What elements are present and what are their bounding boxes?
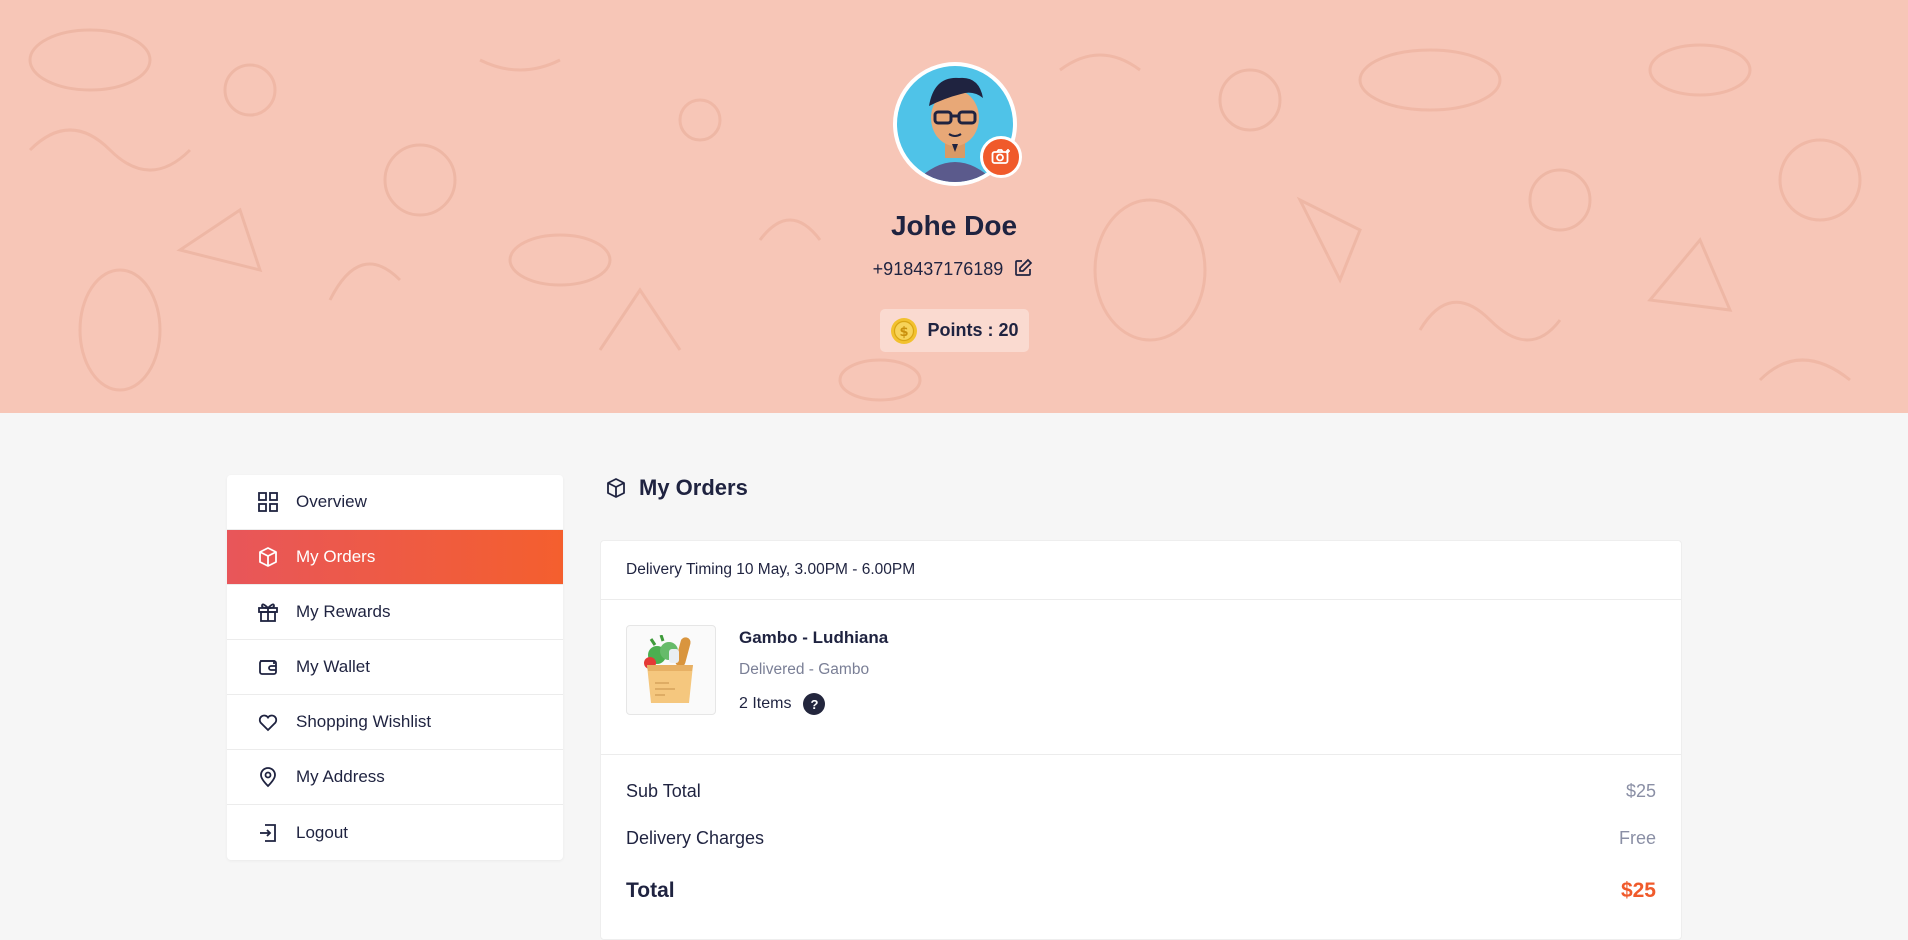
profile-name: Johe Doe [890, 210, 1018, 241]
delivery-charges-label: Delivery Charges [626, 828, 765, 848]
items-count: 2 Items [739, 695, 792, 712]
sidebar-item-label: Overview [296, 492, 367, 511]
sidebar-item-label: My Address [296, 767, 385, 786]
sub-total-row: Sub Total $25 [626, 781, 1656, 802]
grocery-bag-image [626, 625, 716, 715]
delivery-charges-value: Free [1618, 828, 1656, 848]
help-icon[interactable]: ? [803, 693, 826, 715]
order-item-row: Gambo - Ludhiana Delivered - Gambo 2 Ite… [601, 600, 1681, 755]
camera-icon [991, 149, 1010, 164]
box-icon [257, 546, 279, 568]
sub-total-value: $25 [1625, 781, 1656, 801]
sidebar-item-label: My Rewards [296, 602, 391, 621]
profile-header: Johe Doe +918437176189 $ Points : 20 [0, 0, 1908, 413]
sidebar-item-my-orders[interactable]: My Orders [227, 530, 563, 585]
delivery-charges-row: Delivery Charges Free [626, 828, 1656, 849]
sidebar-item-my-rewards[interactable]: My Rewards [227, 585, 563, 640]
points-label: Points : 20 [927, 320, 1019, 340]
items-count-row: 2 Items ? [739, 693, 826, 715]
coin-icon: $ [891, 317, 918, 344]
phone-row: +918437176189 [0, 258, 1908, 280]
total-row: Total $25 [626, 879, 1656, 903]
total-value: $25 [1620, 879, 1656, 902]
total-label: Total [626, 879, 675, 902]
account-sidebar: Overview My Orders My Rewards My Wallet [227, 475, 563, 860]
svg-text:$: $ [900, 325, 909, 340]
points-badge: $ Points : 20 [880, 309, 1029, 352]
sidebar-item-my-address[interactable]: My Address [227, 750, 563, 805]
sub-total-label: Sub Total [626, 781, 701, 801]
avatar-container [893, 62, 1022, 186]
sidebar-item-overview[interactable]: Overview [227, 475, 563, 530]
sidebar-item-label: Shopping Wishlist [296, 712, 432, 731]
sidebar-item-label: Logout [296, 822, 348, 842]
sidebar-item-shopping-wishlist[interactable]: Shopping Wishlist [227, 695, 563, 750]
map-pin-icon [257, 766, 279, 788]
gift-icon [257, 601, 279, 623]
order-card: Delivery Timing 10 May, 3.00PM - 6.00PM … [600, 540, 1682, 940]
delivery-timing: Delivery Timing 10 May, 3.00PM - 6.00PM [601, 541, 1681, 600]
grocery-bag-icon [644, 635, 693, 703]
change-photo-button[interactable] [980, 136, 1022, 178]
sidebar-item-label: My Wallet [296, 657, 370, 676]
heart-icon [257, 711, 279, 733]
store-name: Gambo - Ludhiana [739, 628, 889, 647]
sidebar-item-logout[interactable]: Logout [227, 805, 563, 860]
section-title: My Orders [605, 475, 748, 501]
logout-icon [257, 822, 279, 844]
box-icon [607, 478, 625, 498]
sidebar-item-my-wallet[interactable]: My Wallet [227, 640, 563, 695]
wallet-icon [257, 656, 279, 678]
section-title-text: My Orders [639, 475, 748, 500]
edit-icon[interactable] [1013, 258, 1035, 280]
phone-number: +918437176189 [872, 258, 1004, 279]
order-status: Delivered - Gambo [739, 661, 870, 678]
sidebar-item-label: My Orders [296, 547, 376, 566]
grid-icon [257, 491, 279, 513]
